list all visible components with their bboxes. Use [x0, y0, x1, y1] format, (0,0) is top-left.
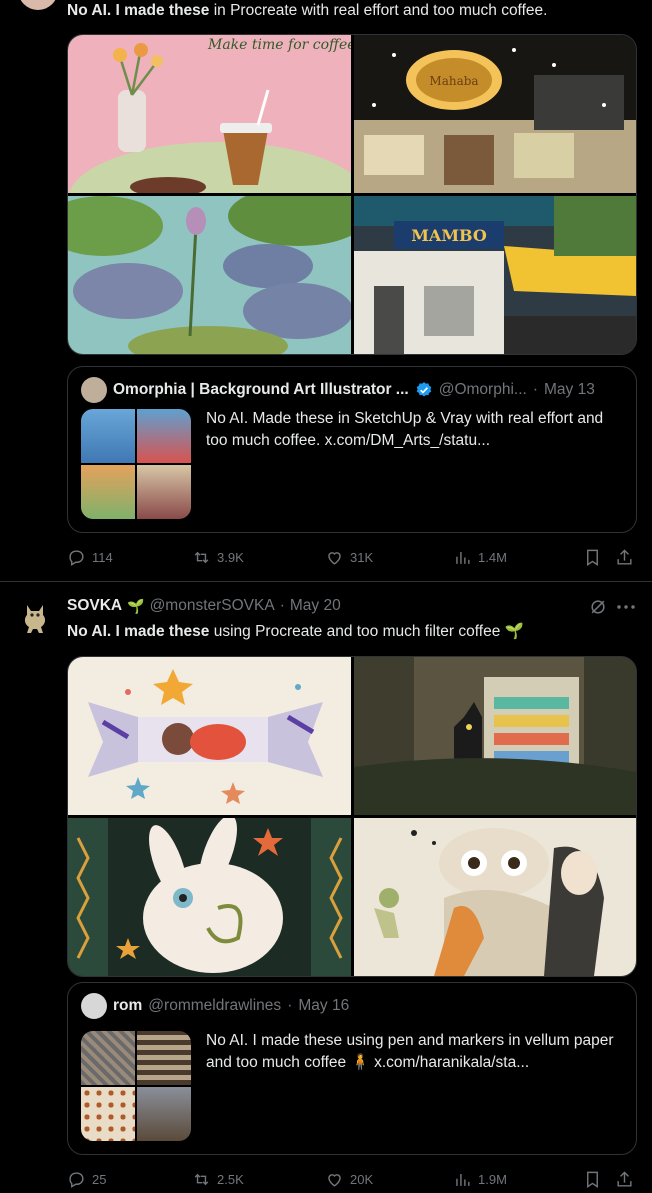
tweet-text: No AI. I made these using Procreate and …	[67, 623, 524, 640]
share-button[interactable]	[615, 548, 634, 567]
quote-thumb	[81, 465, 135, 519]
tweet-actions: 114 3.9K 31K 1.4M	[67, 548, 637, 572]
reply-count: 114	[92, 550, 113, 565]
media-caption: MAMBO	[411, 226, 487, 245]
quote-thumb	[81, 1087, 135, 1141]
media-image[interactable]	[68, 196, 351, 354]
repost-icon	[194, 551, 209, 564]
reply-icon	[69, 550, 84, 566]
reply-button[interactable]: 25	[67, 1170, 106, 1189]
bookmark-button[interactable]	[583, 548, 602, 567]
quote-date[interactable]: May 13	[544, 381, 595, 399]
author-name[interactable]: SOVKA	[67, 597, 122, 615]
quote-thumb	[137, 1031, 191, 1085]
like-button[interactable]: 20K	[325, 1170, 373, 1189]
media-image[interactable]	[354, 818, 636, 976]
bookmark-button[interactable]	[583, 1170, 602, 1189]
quote-thumb	[137, 465, 191, 519]
reply-icon	[69, 1172, 84, 1188]
quote-thumb	[137, 1087, 191, 1141]
author-avatar[interactable]	[18, 0, 58, 10]
quote-media	[81, 409, 191, 519]
media-caption: Make time for coffee & cake	[207, 37, 351, 53]
grok-icon	[591, 600, 605, 614]
views-chart-icon	[456, 1173, 470, 1186]
separator: ·	[287, 997, 293, 1014]
like-count: 31K	[350, 550, 374, 565]
views-button[interactable]: 1.4M	[453, 548, 507, 567]
media-image[interactable]: Mahaba	[354, 35, 636, 193]
separator: ·	[532, 381, 538, 398]
quote-thumb	[81, 1031, 135, 1085]
quote-date[interactable]: May 16	[298, 997, 349, 1015]
media-image[interactable]: Make time for coffee & cake	[68, 35, 351, 193]
media-grid: Make time for coffee & cake Mahaba	[67, 34, 637, 355]
tweet-text: No AI. I made these in Procreate with re…	[67, 2, 548, 19]
quoted-tweet[interactable]: Omorphia | Background Art Illustrator ..…	[67, 366, 637, 533]
author-emoji: 🌱	[127, 597, 145, 614]
tweet-date[interactable]: May 20	[290, 597, 341, 615]
divider	[0, 581, 652, 582]
repost-count: 2.5K	[217, 1172, 244, 1187]
quote-author-name: rom	[113, 997, 143, 1014]
more-button[interactable]	[615, 597, 637, 617]
more-options-icon	[617, 605, 635, 609]
quote-author-name: Omorphia | Background Art Illustrator ..…	[113, 381, 409, 398]
views-chart-icon	[456, 551, 470, 564]
verified-badge-icon	[416, 382, 431, 397]
like-count: 20K	[350, 1172, 374, 1187]
avatar	[81, 377, 107, 403]
media-caption: Mahaba	[429, 74, 478, 88]
quote-thumb	[81, 409, 135, 463]
quote-media	[81, 1031, 191, 1141]
heart-icon	[328, 552, 341, 565]
repost-button[interactable]: 3.9K	[192, 548, 244, 567]
media-grid	[67, 656, 637, 977]
share-icon	[617, 1171, 632, 1187]
quote-header: rom @rommeldrawlines · May 16	[81, 993, 349, 1019]
reply-button[interactable]: 114	[67, 548, 113, 567]
repost-count: 3.9K	[217, 550, 244, 565]
media-image[interactable]: MAMBO	[354, 196, 636, 354]
media-image[interactable]	[68, 657, 351, 815]
repost-icon	[194, 1173, 209, 1186]
tweet-header: SOVKA 🌱 @monsterSOVKA · May 20	[67, 597, 341, 615]
grok-button[interactable]	[588, 597, 608, 617]
quote-thumb	[137, 409, 191, 463]
like-button[interactable]: 31K	[325, 548, 373, 567]
views-button[interactable]: 1.9M	[453, 1170, 507, 1189]
quote-author-handle: @rommeldrawlines	[148, 997, 282, 1014]
quote-text: No AI. I made these using pen and marker…	[206, 1032, 614, 1071]
repost-button[interactable]: 2.5K	[192, 1170, 244, 1189]
heart-icon	[328, 1174, 341, 1187]
tweet-actions: 25 2.5K 20K 1.9M	[67, 1170, 637, 1193]
reply-count: 25	[92, 1172, 107, 1187]
separator: ·	[279, 597, 285, 614]
avatar	[81, 993, 107, 1019]
view-count: 1.4M	[478, 550, 507, 565]
author-avatar[interactable]	[15, 597, 55, 637]
bookmark-icon	[587, 1171, 598, 1188]
author-handle[interactable]: @monsterSOVKA	[150, 597, 275, 615]
quoted-tweet[interactable]: rom @rommeldrawlines · May 16 No AI. I m…	[67, 982, 637, 1155]
media-image[interactable]	[354, 657, 636, 815]
share-button[interactable]	[615, 1170, 634, 1189]
view-count: 1.9M	[478, 1172, 507, 1187]
media-image[interactable]	[68, 818, 351, 976]
quote-header: Omorphia | Background Art Illustrator ..…	[81, 377, 595, 403]
bookmark-icon	[587, 549, 598, 566]
quote-text: No AI. Made these in SketchUp & Vray wit…	[206, 410, 604, 449]
share-icon	[617, 549, 632, 565]
quote-author-handle: @Omorphi...	[438, 381, 527, 398]
